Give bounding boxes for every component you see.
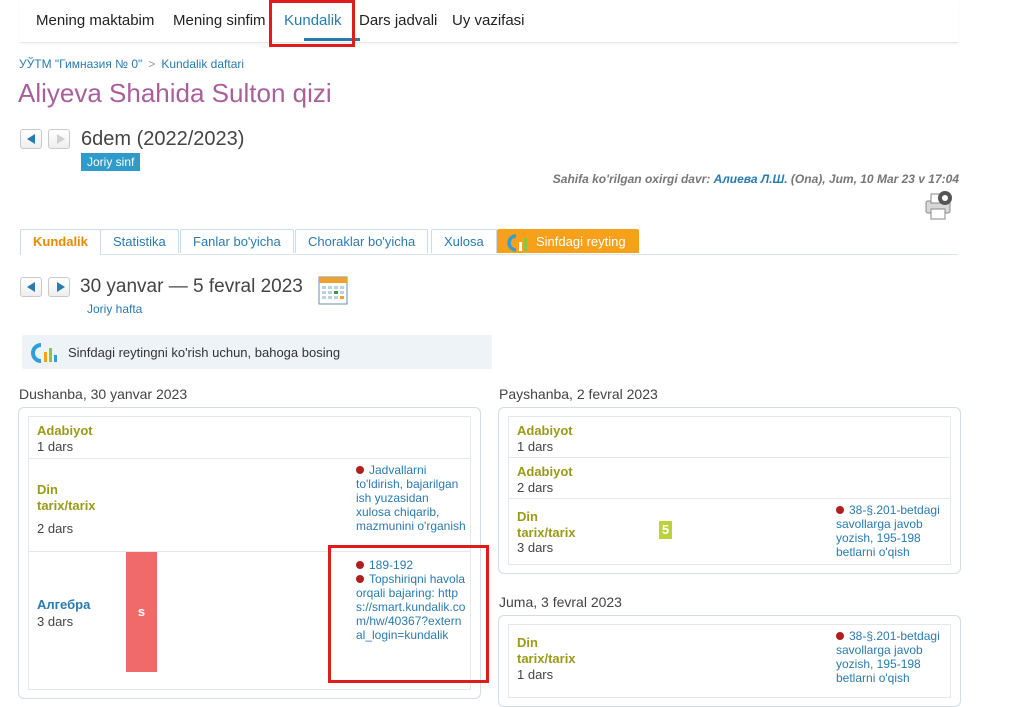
lesson-row: Adabiyot 1 dars: [29, 417, 470, 459]
tab-diary[interactable]: Kundalik: [20, 229, 101, 255]
lesson-row: Din tarix/tarix 1 dars 38-§.201-betdagi …: [509, 625, 950, 705]
nav-my-class[interactable]: Mening sinfim: [173, 12, 266, 29]
tab-by-subject[interactable]: Fanlar bo'yicha: [180, 229, 294, 253]
current-class-badge[interactable]: Joriy sinf: [81, 153, 141, 171]
last-view-info: Sahifa ko'rilgan oxirgi davr: Алиева Л.Ш…: [553, 172, 959, 186]
lesson-row: Adabiyot 1 dars: [509, 417, 950, 458]
tab-statistics[interactable]: Statistika: [100, 229, 179, 253]
tab-class-rating[interactable]: Sinfdagi reyting: [497, 229, 639, 253]
grade-mark[interactable]: 5: [659, 521, 672, 539]
lessons-table: Din tarix/tarix 1 dars 38-§.201-betdagi …: [508, 624, 951, 698]
lesson-subject: Din tarix/tarix: [37, 482, 96, 513]
arrow-left-icon: [27, 282, 35, 292]
next-class-button[interactable]: [48, 129, 70, 149]
lesson-subject: Din tarix/tarix: [517, 635, 576, 666]
homework-text: Jadvallarni to'ldirish, bajarilgan ish y…: [356, 463, 466, 533]
lesson-count: 1 dars: [517, 439, 554, 454]
lesson-count: 3 dars: [517, 540, 554, 555]
nav-homework[interactable]: Uy vazifasi: [452, 12, 525, 29]
tab-summary[interactable]: Xulosa: [431, 229, 497, 253]
print-icon[interactable]: [922, 189, 956, 221]
diary-tabs: Kundalik Statistika Fanlar bo'yicha Chor…: [20, 229, 958, 255]
breadcrumb: УЎТМ "Гимназия № 0" > Kundalik daftari: [19, 57, 244, 71]
calendar-icon[interactable]: [318, 275, 348, 305]
day-title-monday: Dushanba, 30 yanvar 2023: [19, 386, 188, 402]
arrow-right-icon: [57, 282, 65, 292]
lesson-row: Adabiyot 2 dars: [509, 458, 950, 499]
homework-dot-icon: [836, 632, 844, 640]
homework-text: 38-§.201-betdagi savollarga javob yozish…: [836, 629, 940, 685]
highlight-box-homework: [328, 545, 489, 683]
rating-info-text: Sinfdagi reytingni ko'rish uchun, bahoga…: [68, 345, 341, 360]
day-title-friday: Juma, 3 fevral 2023: [499, 594, 622, 610]
week-range: 30 yanvar — 5 fevral 2023: [80, 276, 303, 297]
arrow-left-icon: [27, 134, 35, 144]
homework-link[interactable]: 38-§.201-betdagi savollarga javob yozish…: [836, 629, 946, 685]
breadcrumb-separator: >: [148, 57, 156, 71]
student-name: Aliyeva Shahida Sulton qizi: [18, 78, 332, 108]
tab-class-rating-label: Sinfdagi reyting: [536, 234, 626, 249]
lesson-count: 2 dars: [37, 521, 74, 536]
lesson-row: Din tarix/tarix 2 dars Jadvallarni to'ld…: [29, 459, 470, 552]
lesson-count: 1 dars: [37, 439, 74, 454]
current-week-link[interactable]: Joriy hafta: [87, 302, 142, 316]
homework-link[interactable]: 38-§.201-betdagi savollarga javob yozish…: [836, 503, 946, 559]
lessons-table: Adabiyot 1 dars Adabiyot 2 dars Din tari…: [508, 416, 951, 565]
class-title: 6dem (2022/2023): [81, 128, 245, 150]
lesson-subject: Алгебра: [37, 597, 91, 612]
breadcrumb-diary-link[interactable]: Kundalik daftari: [161, 57, 244, 71]
day-card-thursday: Adabiyot 1 dars Adabiyot 2 dars Din tari…: [498, 407, 961, 574]
lesson-subject: Adabiyot: [37, 423, 93, 438]
homework-text: 38-§.201-betdagi savollarga javob yozish…: [836, 503, 940, 559]
last-view-prefix: Sahifa ko'rilgan oxirgi davr:: [552, 172, 711, 186]
nav-schedule[interactable]: Dars jadvali: [359, 12, 437, 29]
lesson-subject: Adabiyot: [517, 464, 573, 479]
lesson-subject: Din tarix/tarix: [517, 509, 576, 540]
grade-mark[interactable]: s: [126, 552, 157, 672]
last-view-user-link[interactable]: Алиева Л.Ш.: [714, 172, 788, 186]
next-week-button[interactable]: [48, 277, 70, 297]
highlight-box-nav: [269, 0, 355, 47]
last-view-rest: (Ona), Jum, 10 Mar 23 v 17:04: [790, 172, 959, 186]
homework-dot-icon: [836, 506, 844, 514]
prev-week-button[interactable]: [20, 277, 42, 297]
lesson-count: 3 dars: [37, 614, 74, 629]
day-card-friday: Din tarix/tarix 1 dars 38-§.201-betdagi …: [498, 615, 961, 707]
nav-my-school[interactable]: Mening maktabim: [36, 12, 154, 29]
rating-info-banner[interactable]: Sinfdagi reytingni ko'rish uchun, bahoga…: [22, 335, 492, 369]
day-title-thursday: Payshanba, 2 fevral 2023: [499, 386, 658, 402]
lesson-count: 2 dars: [517, 480, 554, 495]
breadcrumb-school-link[interactable]: УЎТМ "Гимназия № 0": [19, 57, 142, 71]
lesson-row: Din tarix/tarix 3 dars 5 38-§.201-betdag…: [509, 499, 950, 565]
tab-by-quarter[interactable]: Choraklar bo'yicha: [295, 229, 429, 253]
arrow-right-icon: [57, 134, 65, 144]
rating-logo-icon: [506, 233, 532, 253]
top-navigation: Mening maktabim Mening sinfim Kundalik D…: [20, 0, 958, 43]
lesson-subject: Adabiyot: [517, 423, 573, 438]
homework-dot-icon: [356, 466, 364, 474]
rating-logo-icon: [30, 342, 60, 364]
homework-link[interactable]: Jadvallarni to'ldirish, bajarilgan ish y…: [356, 463, 466, 533]
lesson-count: 1 dars: [517, 667, 554, 682]
prev-class-button[interactable]: [20, 129, 42, 149]
